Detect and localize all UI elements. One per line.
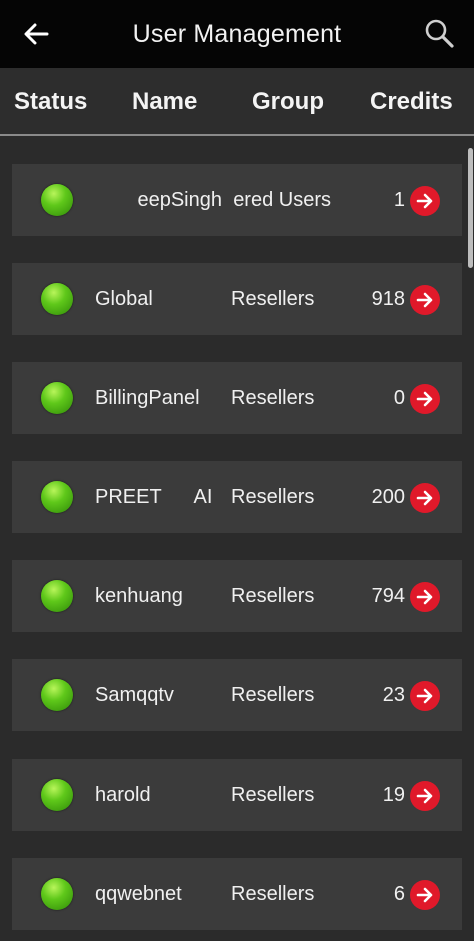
column-header-name[interactable]: Name: [132, 68, 197, 136]
arrow-right-icon: [416, 391, 433, 407]
user-credits: 23: [382, 683, 405, 706]
user-name: Samqqtv: [95, 683, 174, 706]
user-name: BillingPanel: [95, 386, 200, 409]
user-credits: 0: [393, 386, 405, 409]
status-online-icon: [41, 184, 73, 216]
arrow-right-icon: [416, 688, 433, 704]
user-credits: 200: [371, 485, 405, 508]
table-header: Status Name Group Credits: [0, 68, 474, 136]
user-row[interactable]: BillingPanel Resellers 0: [12, 362, 462, 434]
status-online-icon: [41, 779, 73, 811]
user-group: ered Users: [233, 188, 331, 211]
user-group: Resellers: [231, 386, 315, 409]
open-user-button[interactable]: [410, 582, 440, 612]
status-online-icon: [41, 481, 73, 513]
open-user-button[interactable]: [410, 384, 440, 414]
status-online-icon: [41, 283, 73, 315]
user-group: Resellers: [231, 783, 315, 806]
arrow-right-icon: [416, 788, 433, 804]
user-row[interactable]: qqwebnet Resellers 6: [12, 858, 462, 930]
user-credits: 6: [393, 882, 405, 905]
user-name: Global: [95, 287, 153, 310]
user-group: Resellers: [231, 287, 315, 310]
user-name: kenhuang: [95, 584, 183, 607]
user-row[interactable]: Global Resellers 918: [12, 263, 462, 335]
search-icon: [425, 19, 454, 48]
user-name: harold: [95, 783, 151, 806]
user-row[interactable]: kenhuang Resellers 794: [12, 560, 462, 632]
open-user-button[interactable]: [410, 483, 440, 513]
open-user-button[interactable]: [410, 681, 440, 711]
column-header-credits[interactable]: Credits: [370, 68, 453, 136]
search-button[interactable]: [420, 14, 458, 52]
user-group: Resellers: [231, 683, 315, 706]
arrow-right-icon: [416, 292, 433, 308]
app-bar: User Management: [0, 0, 474, 68]
user-row[interactable]: Samqqtv Resellers 23: [12, 659, 462, 731]
user-group: Resellers: [231, 882, 315, 905]
user-row[interactable]: harold Resellers 19: [12, 759, 462, 831]
arrow-right-icon: [416, 589, 433, 605]
column-header-group[interactable]: Group: [252, 68, 324, 136]
user-name: qqwebnet: [95, 882, 182, 905]
arrow-right-icon: [416, 193, 433, 209]
user-credits: 19: [382, 783, 405, 806]
user-credits: 918: [371, 287, 405, 310]
scrollbar-thumb[interactable]: [468, 148, 473, 268]
arrow-right-icon: [416, 887, 433, 903]
status-online-icon: [41, 382, 73, 414]
user-credits: 794: [371, 584, 405, 607]
user-group: Resellers: [231, 584, 315, 607]
user-row[interactable]: PREET AI Resellers 200: [12, 461, 462, 533]
column-header-status[interactable]: Status: [14, 68, 87, 136]
status-online-icon: [41, 878, 73, 910]
user-row[interactable]: eepSingh ered Users 1: [12, 164, 462, 236]
open-user-button[interactable]: [410, 880, 440, 910]
user-group: Resellers: [231, 485, 315, 508]
status-online-icon: [41, 679, 73, 711]
page-title: User Management: [132, 19, 342, 48]
open-user-button[interactable]: [410, 781, 440, 811]
open-user-button[interactable]: [410, 186, 440, 216]
arrow-right-icon: [416, 490, 433, 506]
user-name: eepSingh: [137, 188, 222, 211]
user-credits: 1: [393, 188, 405, 211]
open-user-button[interactable]: [410, 285, 440, 315]
status-online-icon: [41, 580, 73, 612]
scrollbar[interactable]: [468, 136, 474, 941]
user-name: PREET AI: [95, 485, 213, 508]
